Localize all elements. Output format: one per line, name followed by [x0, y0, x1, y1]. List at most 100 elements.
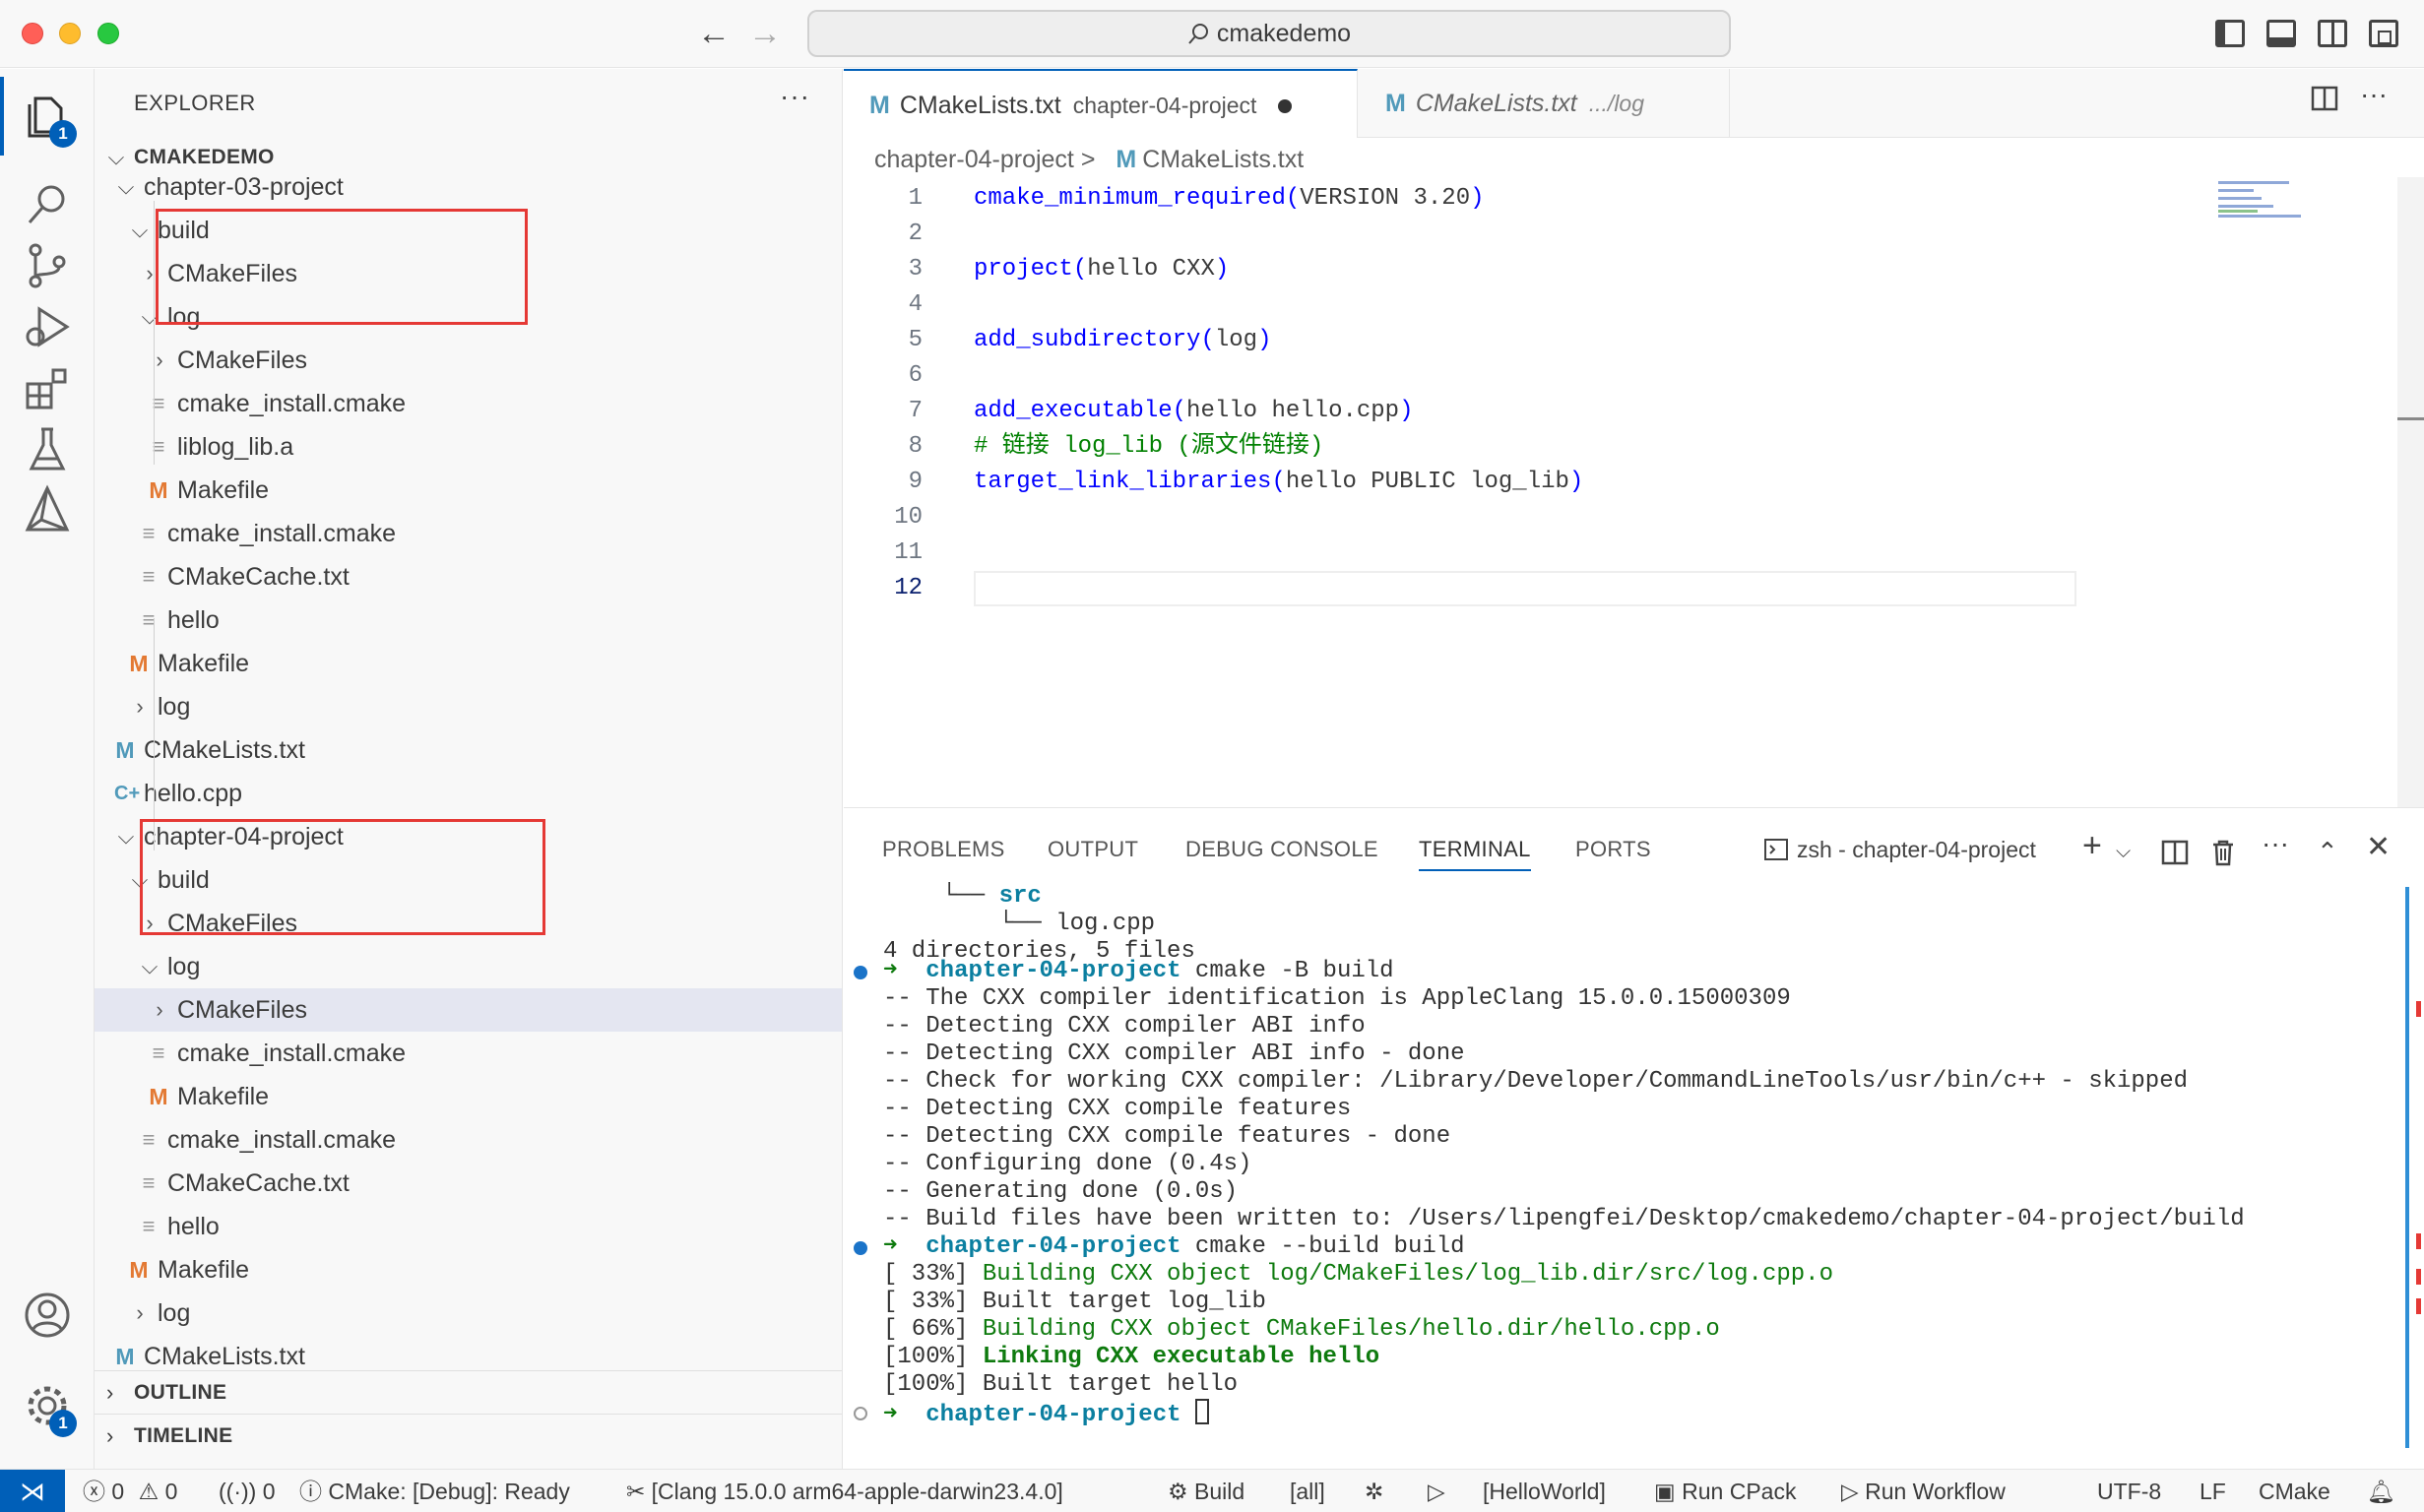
terminal-scrollbar[interactable]	[2405, 887, 2409, 1448]
tree-folder[interactable]: › CMakeFiles	[95, 339, 842, 382]
tree-item-label: cmake_install.cmake	[177, 390, 407, 417]
notifications-bell-icon[interactable]: 🔔︎	[2367, 1470, 2395, 1512]
end-of-line[interactable]: LF	[2200, 1470, 2226, 1512]
extensions-icon[interactable]	[22, 362, 73, 413]
problems-status[interactable]: ⓧ 0 ⚠ 0	[83, 1470, 177, 1512]
explorer-icon[interactable]: 1	[0, 77, 77, 156]
split-terminal-icon[interactable]	[2161, 838, 2189, 877]
code-line[interactable]: # 链接 log_lib (源文件链接)	[974, 429, 1323, 465]
code-line[interactable]: cmake_minimum_required(VERSION 3.20)	[974, 181, 1485, 217]
terminal-tree-src: src	[998, 883, 1042, 910]
ports-status[interactable]: ((·)) 0	[219, 1470, 275, 1512]
panel-more-icon[interactable]: ···	[2262, 824, 2289, 863]
terminal-selector[interactable]: zsh - chapter-04-project	[1763, 830, 2036, 869]
code-editor[interactable]: 1 cmake_minimum_required(VERSION 3.20) 2 3 p…	[844, 177, 2424, 807]
source-control-icon[interactable]	[22, 240, 73, 291]
tree-file[interactable]: ≡ cmake_install.cmake	[95, 1118, 842, 1162]
back-arrow-icon[interactable]: ←	[697, 14, 731, 53]
tree-folder[interactable]: ⌵ log	[95, 945, 842, 988]
customize-layout-icon[interactable]	[2369, 20, 2398, 47]
tab-problems[interactable]: PROBLEMS	[882, 830, 1005, 869]
cmake-status[interactable]: ⓘ CMake: [Debug]: Ready	[299, 1470, 570, 1512]
zoom-window-button[interactable]	[97, 23, 119, 44]
close-window-button[interactable]	[22, 23, 43, 44]
tree-file[interactable]: M Makefile	[95, 469, 842, 512]
encoding[interactable]: UTF-8	[2097, 1470, 2161, 1512]
editor-more-icon[interactable]: ···	[2360, 79, 2388, 110]
code-line[interactable]: project(hello CXX)	[974, 252, 1229, 287]
forward-arrow-icon[interactable]: →	[748, 14, 782, 53]
debug-bug-icon[interactable]: ✲	[1365, 1470, 1383, 1512]
tab-output[interactable]: OUTPUT	[1048, 830, 1138, 869]
minimap[interactable]	[2218, 177, 2346, 236]
tab-ports[interactable]: PORTS	[1575, 830, 1651, 869]
tree-file[interactable]: M Makefile	[95, 1075, 842, 1118]
tree-file[interactable]: ≡ CMakeCache.txt	[95, 1162, 842, 1205]
tree-file[interactable]: M CMakeLists.txt	[95, 728, 842, 772]
tab-cmakelists-log[interactable]: M CMakeLists.txt .../log	[1358, 69, 1730, 138]
cmake-icon[interactable]	[22, 484, 73, 536]
terminal-output[interactable]: └── src └── log.cpp 4 directories, 5 fil…	[844, 883, 2424, 1470]
language-mode[interactable]: CMake	[2259, 1470, 2330, 1512]
tab-debug-console[interactable]: DEBUG CONSOLE	[1185, 830, 1378, 869]
code-function: project(	[974, 256, 1088, 283]
tree-folder[interactable]: › log	[95, 1292, 842, 1335]
testing-icon[interactable]	[22, 423, 73, 474]
unsaved-dot-icon[interactable]	[1278, 99, 1293, 114]
trash-icon[interactable]	[2210, 838, 2236, 877]
code-line[interactable]: target_link_libraries(hello PUBLIC log_l…	[974, 465, 1583, 500]
split-editor-icon[interactable]	[2311, 85, 2338, 119]
toggle-primary-sidebar-icon[interactable]	[2215, 20, 2245, 47]
chevron-down-icon[interactable]: ⌵	[2116, 832, 2131, 871]
outline-section[interactable]: › OUTLINE	[95, 1370, 842, 1414]
settings-gear-icon[interactable]: 1	[22, 1380, 77, 1437]
tab-terminal[interactable]: TERMINAL	[1419, 830, 1531, 871]
breadcrumb-file[interactable]: CMakeLists.txt	[1142, 146, 1304, 173]
file-icon: ≡	[142, 1127, 156, 1152]
tree-file[interactable]: ≡ CMakeCache.txt	[95, 555, 842, 598]
terminal-scroll-marker	[2416, 1001, 2421, 1017]
code-line[interactable]: add_subdirectory(log)	[974, 323, 1271, 358]
tree-file[interactable]: ≡ cmake_install.cmake	[95, 512, 842, 555]
tree-file[interactable]: ≡ cmake_install.cmake	[95, 1032, 842, 1075]
command-success-dot[interactable]	[854, 1241, 867, 1255]
tree-file[interactable]: ≡ hello	[95, 1205, 842, 1248]
more-actions-icon[interactable]: ···	[780, 81, 810, 112]
command-center-search[interactable]: cmakedemo	[807, 10, 1731, 57]
run-debug-icon[interactable]	[22, 301, 73, 352]
tree-file[interactable]: M Makefile	[95, 1248, 842, 1292]
search-icon[interactable]	[22, 179, 73, 230]
maximize-panel-icon[interactable]: ⌃	[2317, 832, 2338, 871]
tab-cmakelists-chapter-04[interactable]: M CMakeLists.txt chapter-04-project	[844, 69, 1358, 138]
minimize-window-button[interactable]	[59, 23, 81, 44]
tree-folder[interactable]: ⌵ chapter-03-project	[95, 165, 842, 209]
close-panel-icon[interactable]: ✕	[2366, 828, 2391, 867]
cmake-build-button[interactable]: ⚙ Build	[1168, 1470, 1244, 1512]
tree-file[interactable]: ≡ liblog_lib.a	[95, 425, 842, 469]
toggle-panel-icon[interactable]	[2266, 20, 2296, 47]
timeline-section[interactable]: › TIMELINE	[95, 1414, 842, 1457]
run-workflow-button[interactable]: ▷ Run Workflow	[1841, 1470, 2006, 1512]
tree-file[interactable]: C+ hello.cpp	[95, 772, 842, 815]
tree-item-label: liblog_lib.a	[177, 433, 294, 461]
breadcrumb-folder[interactable]: chapter-04-project	[874, 146, 1074, 173]
code-line[interactable]: add_executable(hello hello.cpp)	[974, 394, 1414, 429]
tree-file[interactable]: ≡ hello	[95, 598, 842, 642]
command-success-dot[interactable]	[854, 966, 867, 979]
toggle-secondary-sidebar-icon[interactable]	[2318, 20, 2347, 47]
chevron-down-icon: ⌵	[117, 824, 135, 849]
build-target[interactable]: [all]	[1290, 1470, 1325, 1512]
run-cpack-button[interactable]: ▣ Run CPack	[1654, 1470, 1796, 1512]
editor-scrollbar[interactable]	[2397, 177, 2424, 807]
accounts-icon[interactable]	[22, 1290, 73, 1341]
run-play-icon[interactable]: ▷	[1428, 1470, 1445, 1512]
tree-folder[interactable]: › CMakeFiles	[95, 988, 842, 1032]
launch-target[interactable]: [HelloWorld]	[1483, 1470, 1606, 1512]
new-terminal-plus-icon[interactable]: +	[2082, 826, 2102, 865]
command-pending-dot[interactable]	[854, 1407, 867, 1420]
cmake-kit[interactable]: ✂ [Clang 15.0.0 arm64-apple-darwin23.4.0…	[626, 1470, 1063, 1512]
tree-file[interactable]: ≡ cmake_install.cmake	[95, 382, 842, 425]
tree-folder[interactable]: › log	[95, 685, 842, 728]
remote-indicator-icon[interactable]: ⋊	[0, 1470, 65, 1512]
tree-file[interactable]: M Makefile	[95, 642, 842, 685]
